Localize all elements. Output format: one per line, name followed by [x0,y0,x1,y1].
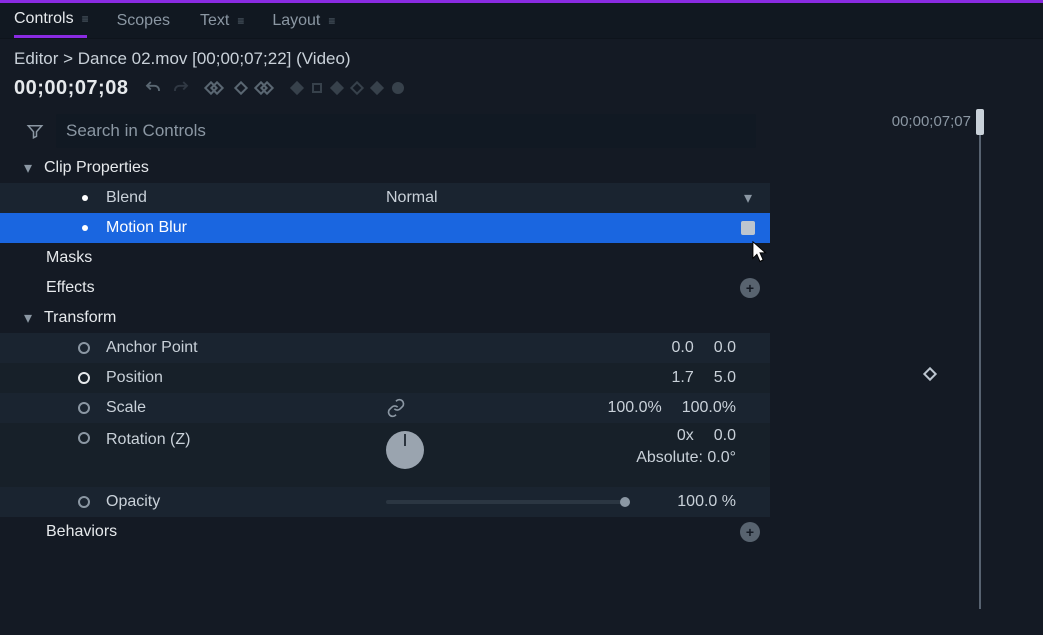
disclosure-triangle-icon[interactable]: ▾ [22,158,34,178]
rotation-turns-value[interactable]: 0x [677,427,694,445]
redo-icon[interactable] [172,79,190,97]
undo-icon[interactable] [144,79,162,97]
property-label: Rotation (Z) [106,427,386,449]
add-effect-button[interactable]: + [740,278,760,298]
timeline-timecode: 00;00;07;07 [892,113,971,130]
tab-label: Layout [272,12,320,30]
tab-scopes[interactable]: Scopes [117,3,170,38]
filter-icon[interactable] [26,122,44,140]
position-y-value[interactable]: 5.0 [714,369,736,387]
opacity-value[interactable]: 100.0 % [677,493,736,511]
prev-keyframe-icon[interactable] [206,81,226,95]
enabled-dot-icon[interactable] [82,225,88,231]
tab-bar: Controls ≡ Scopes Text ≡ Layout ≡ [0,3,1043,39]
keyframe-marker-icon[interactable] [923,367,937,381]
rotation-knob[interactable] [386,431,424,469]
slider-thumb-icon[interactable] [620,497,630,507]
tab-layout[interactable]: Layout ≡ [272,3,333,38]
position-x-value[interactable]: 1.7 [672,369,694,387]
drag-handle-icon: ≡ [237,14,242,28]
masks-header[interactable]: Masks [0,243,770,273]
property-label: Motion Blur [106,219,386,237]
clip-properties-header[interactable]: ▾ Clip Properties [0,153,770,183]
keyframe-toggle-icon[interactable] [78,342,90,354]
rotation-absolute-value: Absolute: 0.0° [636,449,736,467]
property-label: Opacity [106,493,386,511]
tab-controls[interactable]: Controls ≡ [14,3,87,38]
property-label: Blend [106,189,386,207]
property-label: Position [106,369,386,387]
search-input[interactable] [56,114,756,148]
transform-header[interactable]: ▾ Transform [0,303,770,333]
position-row[interactable]: Position 1.7 5.0 [0,363,770,393]
motion-blur-checkbox[interactable] [741,221,755,235]
keyframe-icon[interactable] [234,81,248,95]
keyframe-toggle-icon[interactable] [78,432,90,444]
property-label: Scale [106,399,386,417]
anchor-x-value[interactable]: 0.0 [672,339,694,357]
breadcrumb: Editor > Dance 02.mov [00;00;07;22] (Vid… [0,39,1043,73]
behaviors-header[interactable]: Behaviors + [0,517,770,547]
section-title: Clip Properties [44,159,149,177]
section-title: Behaviors [46,523,740,541]
rotation-row[interactable]: Rotation (Z) 0x 0.0 Absolute: 0.0° [0,423,770,487]
marker-circle-icon[interactable] [392,82,404,94]
link-icon[interactable] [386,398,406,418]
marker-diamond-outline-icon[interactable] [350,81,364,95]
timeline-panel[interactable]: 00;00;07;07 [770,109,1043,547]
playhead[interactable] [979,109,981,609]
drag-handle-icon: ≡ [328,14,333,28]
tab-label: Scopes [117,12,170,30]
disclosure-triangle-icon[interactable]: ▾ [22,308,34,328]
opacity-slider[interactable] [386,500,630,504]
anchor-y-value[interactable]: 0.0 [714,339,736,357]
section-title: Effects [46,279,740,297]
section-title: Transform [44,309,116,327]
timecode-toolbar: 00;00;07;08 [0,73,1043,109]
keyframe-toggle-icon[interactable] [78,402,90,414]
keyframe-toggle-icon[interactable] [78,496,90,508]
blend-row[interactable]: Blend Normal ▾ [0,183,770,213]
anchor-point-row[interactable]: Anchor Point 0.0 0.0 [0,333,770,363]
enabled-dot-icon[interactable] [82,195,88,201]
rotation-deg-value[interactable]: 0.0 [714,427,736,445]
add-behavior-button[interactable]: + [740,522,760,542]
scale-y-value[interactable]: 100.0% [682,399,736,417]
blend-mode-value[interactable]: Normal [386,189,536,207]
keyframe-toggle-icon[interactable] [78,372,90,384]
drag-handle-icon: ≡ [82,12,87,26]
motion-blur-row[interactable]: Motion Blur [0,213,770,243]
marker-diamond-solid-icon[interactable] [330,81,344,95]
marker-diamond-icon[interactable] [290,81,304,95]
effects-header[interactable]: Effects + [0,273,770,303]
tab-text[interactable]: Text ≡ [200,3,242,38]
next-keyframe-icon[interactable] [256,81,276,95]
section-title: Masks [46,249,760,267]
marker-diamond-icon-2[interactable] [370,81,384,95]
current-timecode[interactable]: 00;00;07;08 [14,77,128,100]
dropdown-arrow-icon[interactable]: ▾ [736,188,760,208]
tab-label: Text [200,12,229,30]
property-label: Anchor Point [106,339,386,357]
scale-x-value[interactable]: 100.0% [607,399,661,417]
scale-row[interactable]: Scale 100.0% 100.0% [0,393,770,423]
marker-square-icon[interactable] [312,83,322,93]
tab-label: Controls [14,10,74,28]
opacity-row[interactable]: Opacity 100.0 % [0,487,770,517]
